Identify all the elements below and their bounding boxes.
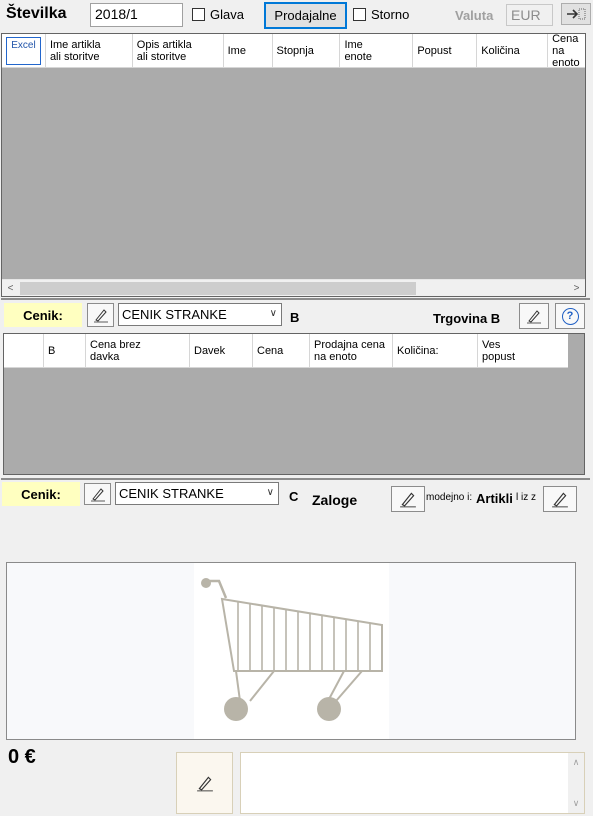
edit-zaloge-button[interactable] (391, 486, 425, 512)
cenik-select-b-value: CENIK STRANKE (122, 307, 227, 322)
edit-cenik-b-button[interactable] (87, 303, 114, 327)
cenik-select-b[interactable]: CENIK STRANKE ∨ (118, 303, 282, 326)
edit-note-button[interactable] (176, 752, 233, 814)
help-icon: ? (561, 307, 579, 325)
valuta-label: Valuta (455, 8, 494, 23)
scroll-down-icon[interactable]: ∨ (568, 798, 584, 809)
section-b-grid-header: B Cena brez davka Davek Cena Prodajna ce… (4, 334, 568, 368)
horizontal-scrollbar[interactable]: < > (2, 279, 585, 296)
column-header[interactable]: Ime artikla ali storitve (46, 34, 133, 67)
total-amount: 0 € (8, 746, 36, 768)
cenik-select-c[interactable]: CENIK STRANKE ∨ (115, 482, 279, 505)
column-header[interactable]: Davek (190, 334, 253, 367)
column-header[interactable]: Cena (253, 334, 310, 367)
artikli-label: Artikli (476, 491, 513, 506)
trgovina-label: Trgovina B (433, 311, 501, 326)
main-grid-header: Excel Ime artikla ali storitve Opis arti… (2, 34, 585, 68)
glava-label: Glava (210, 7, 244, 22)
column-header[interactable]: B (44, 334, 86, 367)
column-header[interactable]: Ime (224, 34, 273, 67)
iz-text: l iz z (516, 492, 536, 503)
cenik-select-c-value: CENIK STRANKE (119, 486, 224, 501)
column-header[interactable]: Prodajna cena na enoto (310, 334, 393, 367)
scroll-thumb[interactable] (20, 282, 416, 295)
pencil-icon (90, 488, 105, 502)
modejno-text: modejno i: (426, 492, 473, 503)
storno-label: Storno (371, 7, 410, 22)
edit-artikli-button[interactable] (543, 486, 577, 512)
help-button[interactable]: ? (555, 303, 585, 329)
prodajalne-button[interactable]: Prodajalne (264, 2, 347, 29)
scroll-right-icon[interactable]: > (568, 280, 585, 297)
edit-cenik-c-button[interactable] (84, 483, 111, 505)
divider (1, 478, 590, 480)
section-c-letter: C (289, 489, 299, 504)
exit-button[interactable] (561, 3, 591, 25)
pencil-icon (400, 492, 416, 508)
column-header[interactable]: Cena na enoto (548, 34, 585, 67)
scroll-left-icon[interactable]: < (2, 280, 19, 297)
column-header[interactable] (4, 334, 44, 367)
pencil-icon (552, 492, 568, 508)
exit-arrow-icon (567, 8, 586, 20)
column-header[interactable]: Količina: (393, 334, 478, 367)
column-header[interactable]: Ime enote (340, 34, 414, 67)
valuta-input[interactable]: EUR (506, 4, 553, 26)
note-textarea[interactable]: ∧ ∨ (240, 752, 585, 814)
zaloge-label: Zaloge (312, 492, 358, 508)
stevilka-label: Številka (6, 5, 67, 22)
column-header[interactable]: Opis artikla ali storitve (133, 34, 224, 67)
glava-checkbox[interactable] (192, 8, 205, 21)
column-header[interactable]: Stopnja (273, 34, 341, 67)
cenik-label-c: Cenik: (2, 482, 80, 506)
column-header[interactable]: Cena brez davka (86, 334, 190, 367)
chevron-down-icon: ∨ (269, 308, 277, 319)
column-header[interactable]: Ves popust (478, 334, 554, 367)
stevilka-input[interactable]: 2018/1 (90, 3, 183, 27)
section-b-letter: B (290, 310, 300, 325)
edit-trgovina-button[interactable] (519, 303, 549, 329)
cenik-label-b: Cenik: (4, 303, 82, 327)
excel-export-button[interactable]: Excel (6, 36, 41, 65)
divider (1, 298, 590, 300)
storno-checkbox[interactable] (353, 8, 366, 21)
pencil-icon (527, 310, 541, 324)
chevron-down-icon: ∨ (266, 487, 274, 498)
section-b-grid[interactable]: B Cena brez davka Davek Cena Prodajna ce… (3, 333, 585, 475)
scroll-up-icon[interactable]: ∧ (568, 757, 584, 768)
column-header[interactable]: Količina (477, 34, 549, 67)
pencil-icon (196, 776, 213, 792)
product-image (194, 563, 389, 739)
pencil-icon (93, 309, 108, 323)
column-header[interactable]: Popust (413, 34, 478, 67)
product-image-panel (6, 562, 576, 740)
vertical-scrollbar[interactable]: ∧ ∨ (568, 753, 584, 813)
shopping-cart-icon (201, 578, 383, 721)
main-grid[interactable]: Excel Ime artikla ali storitve Opis arti… (1, 33, 586, 297)
